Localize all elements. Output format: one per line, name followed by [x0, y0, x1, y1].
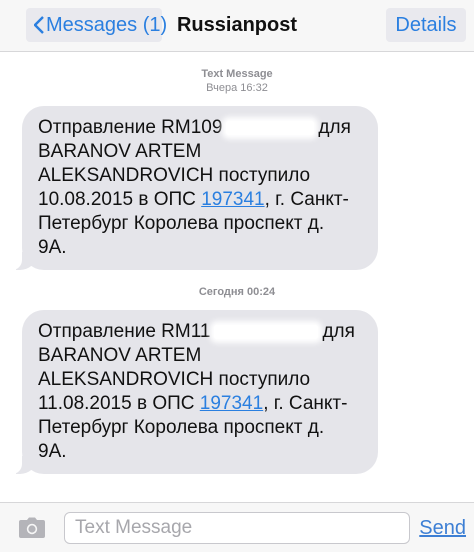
message-line: 9А.: [38, 237, 67, 258]
message-text: , г. Санкт-: [263, 393, 348, 414]
navigation-bar: Messages (1) Russianpost Details: [0, 0, 474, 52]
message-text: Отправление RM109: [38, 117, 223, 138]
message-type-label: Text Message: [201, 68, 273, 80]
message-line: 11.08.2015 в ОПС 197341, г. Санкт-: [38, 392, 364, 416]
message-bubble-2[interactable]: Отправление RM11 для BARANOV ARTEM ALEKSA…: [12, 310, 378, 474]
postcode-link[interactable]: 197341: [200, 393, 263, 414]
text-message-input[interactable]: [64, 512, 410, 544]
message-text: для: [322, 321, 355, 342]
message-text: 11.08.2015 в ОПС: [38, 393, 200, 414]
message-line: Отправление RM11 для: [38, 320, 364, 344]
back-to-messages-button[interactable]: Messages (1): [26, 8, 167, 42]
message-line: Петербург Королева проспект д.: [38, 417, 325, 438]
message-text: Отправление RM11: [38, 321, 211, 342]
chevron-left-icon: [33, 8, 44, 42]
message-line: Отправление RM109 для: [38, 116, 364, 140]
message-bubble-1[interactable]: Отправление RM109 для BARANOV ARTEM ALEKS…: [12, 106, 378, 270]
message-line: 10.08.2015 в ОПС 197341, г. Санкт-: [38, 188, 364, 212]
redacted-area: [214, 324, 319, 339]
message-text: , г. Санкт-: [264, 189, 349, 210]
message-line: ALEKSANDROVICH поступило: [38, 165, 311, 186]
details-button[interactable]: Details: [386, 8, 466, 42]
redacted-area: [226, 120, 315, 135]
timestamp-label: Сегодня 00:24: [198, 286, 276, 298]
timestamp-label: Вчера 16:32: [206, 82, 268, 94]
timestamp-header-1: Text Message Вчера 16:32: [0, 67, 474, 95]
back-button-label: Messages (1): [46, 14, 168, 36]
message-composer: Send: [0, 502, 474, 552]
postcode-link[interactable]: 197341: [201, 189, 264, 210]
message-text: 10.08.2015 в ОПС: [38, 189, 202, 210]
message-line: BARANOV ARTEM: [38, 141, 202, 162]
send-button[interactable]: Send: [419, 512, 466, 544]
message-line: Петербург Королева проспект д.: [38, 213, 325, 234]
message-line: ALEKSANDROVICH поступило: [38, 369, 311, 390]
message-text: для: [318, 117, 351, 138]
timestamp-header-2: Сегодня 00:24: [0, 285, 474, 299]
camera-icon[interactable]: [18, 517, 46, 539]
message-line: 9А.: [38, 441, 67, 462]
message-line: BARANOV ARTEM: [38, 345, 202, 366]
